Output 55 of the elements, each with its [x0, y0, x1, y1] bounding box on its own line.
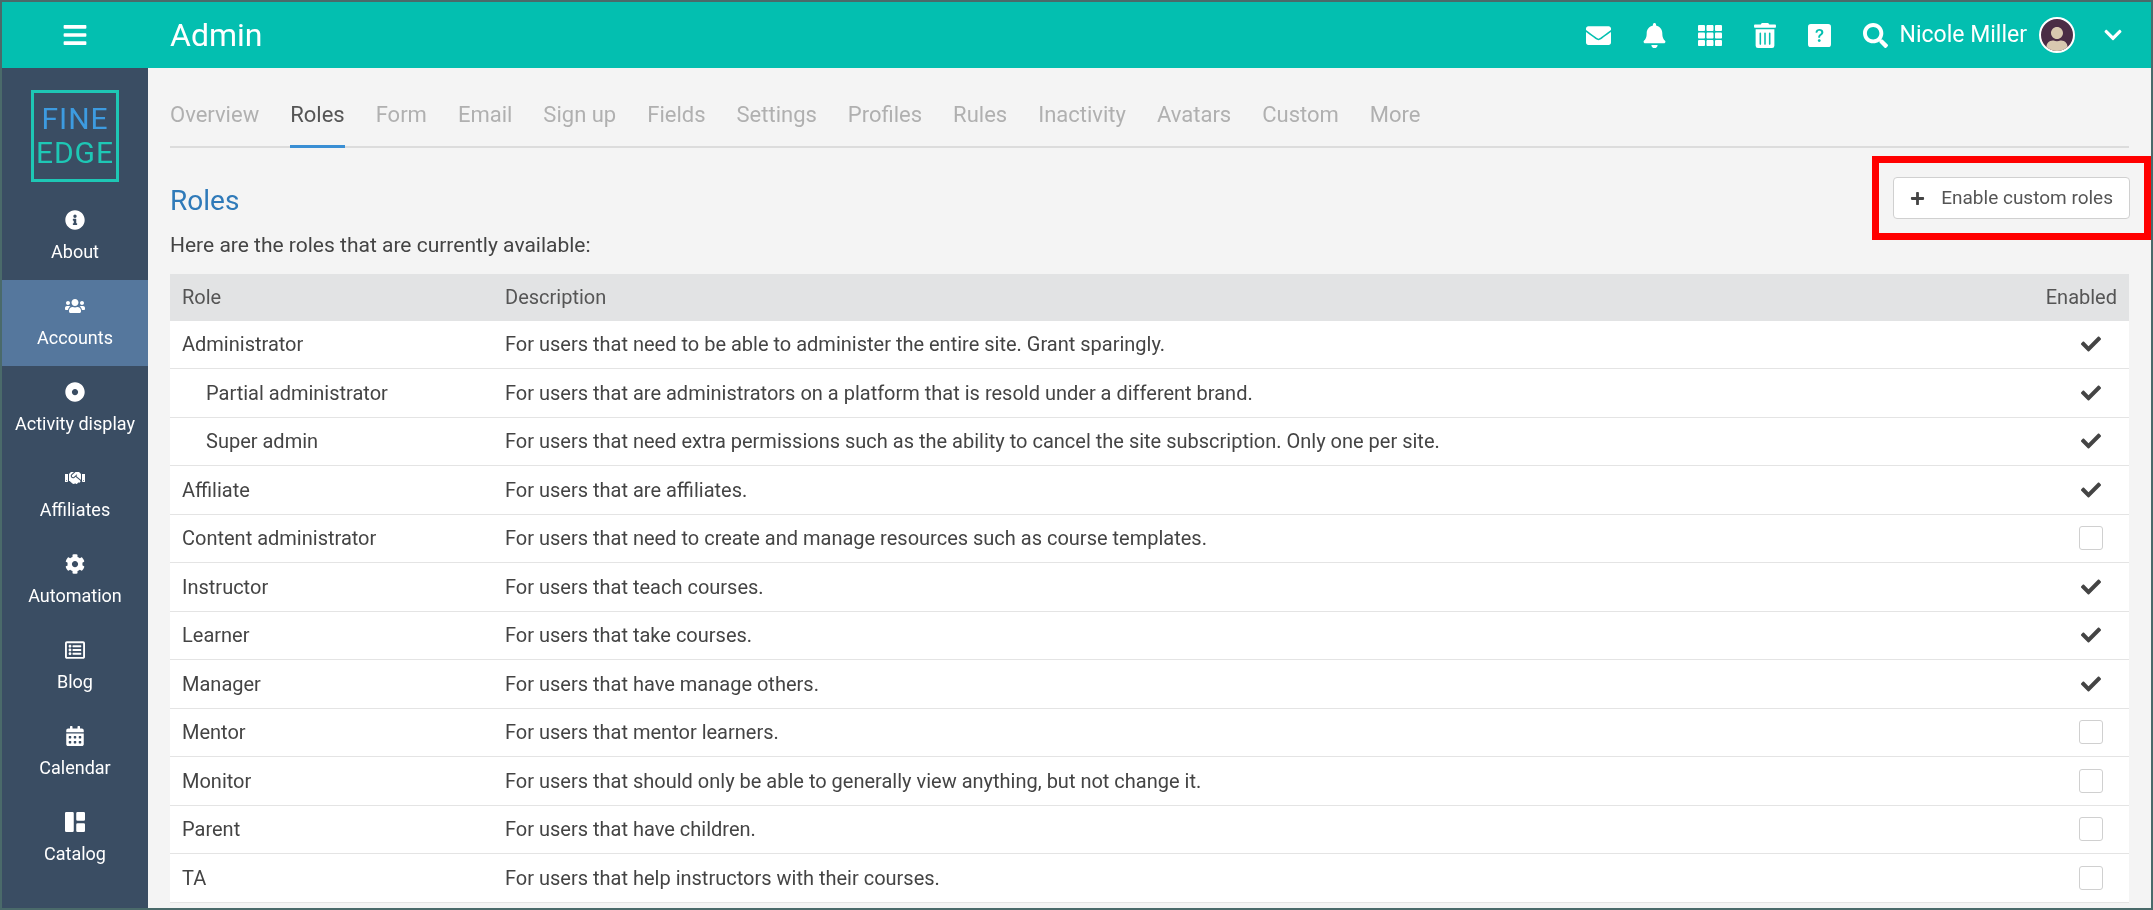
sidebar-item[interactable]: Blog — [2, 624, 148, 710]
tab[interactable]: Rules — [953, 98, 1008, 148]
tab[interactable]: Email — [457, 98, 513, 148]
table-cell-text: For users that have manage others. — [505, 670, 820, 698]
sidebar-item[interactable]: Activity display — [2, 366, 148, 452]
table-cell-text: For users that need to be able to administer the entire site. Grant sparingly. — [505, 331, 1167, 359]
table-cell-text: For users that teach courses. — [505, 573, 765, 601]
table-cell-text: For users that should only be able to generally view anything, but not change it. — [505, 767, 1203, 795]
table-cell-text: For users that need to create and manage resources such as course templates. — [505, 525, 1208, 553]
table-cell-text: For users that mentor learners. — [505, 719, 780, 747]
table-cell-text: For users that are affiliates. — [505, 476, 749, 504]
table-cell-text: For users that have children. — [505, 816, 757, 844]
table-cell-text: Manager — [181, 670, 262, 698]
table-cell-text: For users that take courses. — [505, 622, 754, 650]
tab[interactable]: More — [1369, 98, 1421, 148]
sidebar-item[interactable]: About — [2, 194, 148, 280]
table-cell-text: For users that help instructors with their courses. — [505, 864, 941, 892]
table-cell-text: For users that need extra permissions such as the ability to cancel the site subscription. Only one per site. — [505, 428, 1441, 456]
table-cell-text: Learner — [181, 622, 251, 650]
tab[interactable]: Fields — [647, 98, 706, 148]
page-title: Admin — [170, 15, 263, 56]
tab[interactable]: Avatars — [1156, 98, 1232, 148]
table-cell-text: Affiliate — [181, 476, 251, 504]
table-cell-text: Mentor — [181, 719, 247, 747]
tab[interactable]: Settings — [736, 98, 817, 148]
table-cell-text: Partial administrator — [205, 379, 389, 407]
tab[interactable]: Sign up — [543, 98, 617, 148]
tab[interactable]: Profiles — [847, 98, 923, 148]
table-cell-text: Instructor — [181, 573, 270, 601]
logo-text: EDGE — [35, 138, 115, 168]
intro-text: Here are the roles that are currently available: — [170, 232, 592, 259]
sidebar-item[interactable]: Catalog — [2, 796, 148, 882]
table-cell-text: Monitor — [181, 767, 253, 795]
tab[interactable]: Form — [375, 98, 427, 148]
enable-custom-roles-button[interactable]: Enable custom roles — [1893, 177, 2130, 219]
table-cell-text: Super admin — [205, 428, 320, 456]
tab[interactable]: Overview — [170, 98, 260, 148]
column-header: Description — [505, 284, 608, 311]
column-header: Role — [181, 284, 223, 311]
tab[interactable]: Custom — [1262, 98, 1339, 148]
sidebar-item[interactable]: Accounts — [2, 280, 148, 366]
tab[interactable]: Roles — [290, 98, 345, 148]
logo-text: FINE — [41, 104, 109, 134]
column-header: Enabled — [2045, 284, 2117, 311]
table-cell-text: Content administrator — [181, 525, 378, 553]
table-cell-text: For users that are administrators on a platform that is resold under a different brand. — [505, 379, 1254, 407]
tab[interactable]: Inactivity — [1038, 98, 1126, 148]
sidebar-item[interactable]: Affiliates — [2, 452, 148, 538]
section-title: Roles — [170, 183, 240, 219]
table-cell-text: TA — [181, 864, 208, 892]
sidebar-item[interactable]: Automation — [2, 538, 148, 624]
user-name[interactable]: Nicole Miller — [1899, 17, 2027, 53]
table-cell-text: Administrator — [181, 331, 305, 359]
sidebar-item[interactable]: Calendar — [2, 710, 148, 796]
table-cell-text: Parent — [181, 816, 242, 844]
